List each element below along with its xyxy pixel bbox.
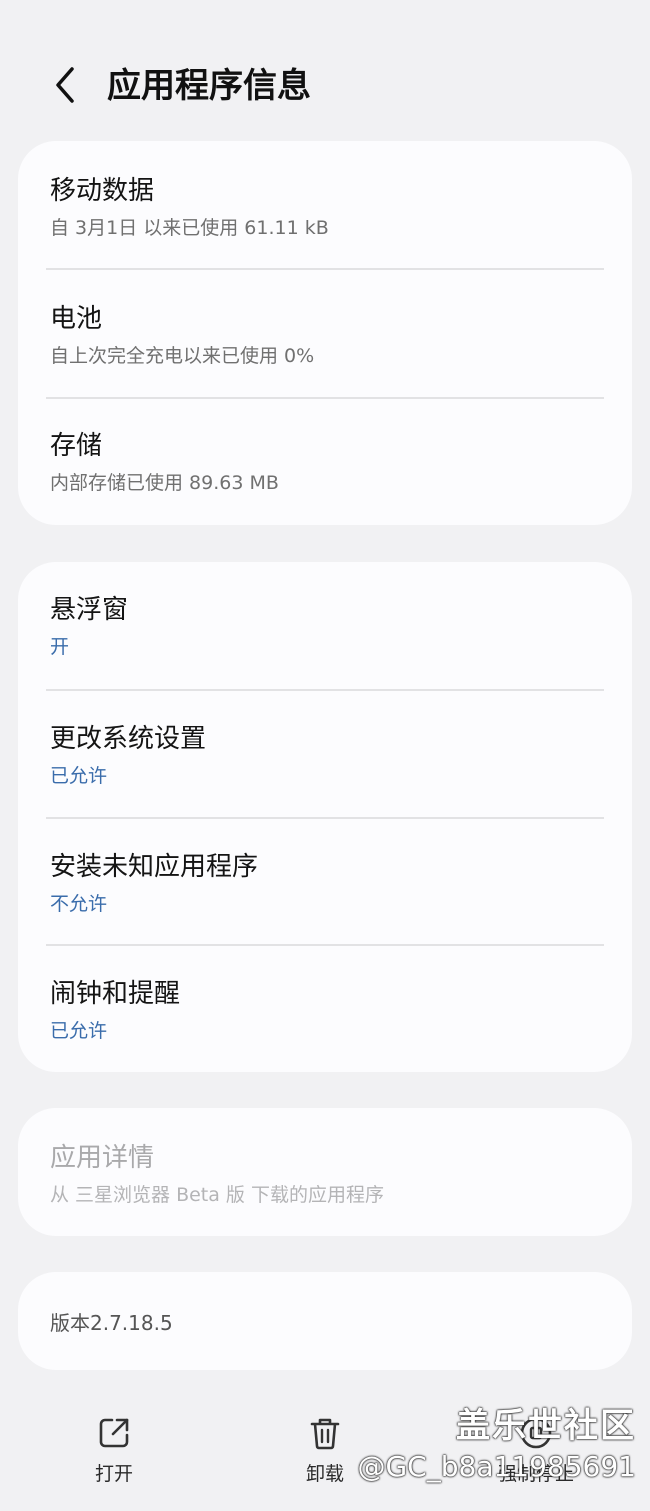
storage-title: 存储	[50, 431, 103, 461]
version-card: 版本2.7.18.5	[18, 1272, 632, 1370]
floating-window-item[interactable]: 悬浮窗 开	[18, 562, 632, 691]
floating-window-title: 悬浮窗	[50, 595, 129, 625]
app-details-title: 应用详情	[50, 1143, 155, 1173]
bottom-action-bar: 打开 卸载 强制停止	[0, 1395, 650, 1511]
modify-system-settings-title: 更改系统设置	[50, 724, 207, 754]
chevron-left-icon	[56, 67, 74, 103]
force-stop-button[interactable]: 强制停止	[476, 1415, 596, 1487]
app-bar: 应用程序信息	[0, 0, 650, 140]
version-text: 版本2.7.18.5	[50, 1311, 173, 1335]
storage-item[interactable]: 存储 内部存储已使用 89.63 MB	[18, 399, 632, 525]
usage-card: 移动数据 自 3月1日 以来已使用 61.11 kB 电池 自上次完全充电以来已…	[18, 141, 632, 525]
battery-subtitle: 自上次完全充电以来已使用 0%	[50, 345, 315, 367]
storage-subtitle: 内部存储已使用 89.63 MB	[50, 472, 279, 494]
open-external-icon	[99, 1418, 129, 1448]
app-details-card: 应用详情 从 三星浏览器 Beta 版 下载的应用程序	[18, 1108, 632, 1236]
alarms-reminders-item[interactable]: 闹钟和提醒 已允许	[18, 946, 632, 1072]
install-unknown-apps-status: 不允许	[50, 893, 108, 915]
uninstall-button[interactable]: 卸载	[265, 1415, 385, 1487]
force-stop-label: 强制停止	[497, 1463, 574, 1485]
alarms-reminders-title: 闹钟和提醒	[50, 979, 181, 1009]
app-details-item: 应用详情 从 三星浏览器 Beta 版 下载的应用程序	[18, 1108, 632, 1236]
trash-icon	[310, 1418, 340, 1450]
battery-item[interactable]: 电池 自上次完全充电以来已使用 0%	[18, 270, 632, 399]
install-unknown-apps-item[interactable]: 安装未知应用程序 不允许	[18, 819, 632, 946]
alarms-reminders-status: 已允许	[50, 1020, 108, 1042]
open-button[interactable]: 打开	[54, 1415, 174, 1487]
uninstall-label: 卸载	[305, 1463, 344, 1485]
mobile-data-item[interactable]: 移动数据 自 3月1日 以来已使用 61.11 kB	[18, 141, 632, 270]
mobile-data-subtitle: 自 3月1日 以来已使用 61.11 kB	[50, 217, 329, 239]
modify-system-settings-status: 已允许	[50, 765, 108, 787]
app-details-subtitle: 从 三星浏览器 Beta 版 下载的应用程序	[50, 1184, 384, 1206]
battery-title: 电池	[50, 304, 103, 334]
back-button[interactable]	[40, 60, 90, 110]
floating-window-status: 开	[50, 636, 70, 658]
open-label: 打开	[94, 1463, 133, 1485]
install-unknown-apps-title: 安装未知应用程序	[50, 852, 259, 882]
page-title: 应用程序信息	[107, 66, 311, 106]
modify-system-settings-item[interactable]: 更改系统设置 已允许	[18, 691, 632, 819]
permissions-card: 悬浮窗 开 更改系统设置 已允许 安装未知应用程序 不允许 闹钟和提醒 已允许	[18, 562, 632, 1072]
stop-icon	[520, 1417, 552, 1449]
mobile-data-title: 移动数据	[50, 176, 155, 206]
